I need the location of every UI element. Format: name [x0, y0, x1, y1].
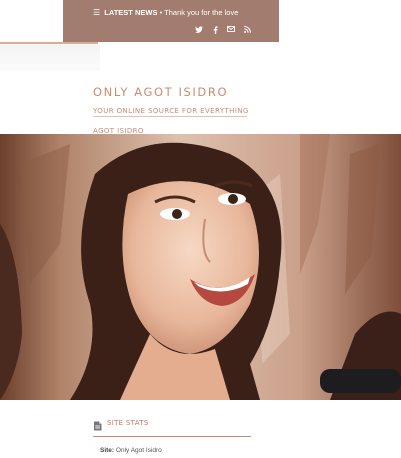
news-label: LATEST NEWS: [104, 8, 158, 17]
latest-news-ticker[interactable]: ☰ LATEST NEWS • Thank you for the love: [93, 8, 238, 17]
site-stat-label: Site:: [100, 447, 115, 454]
email-icon[interactable]: [227, 26, 235, 36]
header-placeholder: [0, 45, 100, 71]
document-icon: [93, 418, 102, 431]
top-bar: ☰ LATEST NEWS • Thank you for the love: [63, 0, 279, 42]
tagline-divider: [93, 116, 247, 117]
site-stat-row: Site: Only Agot Isidro: [100, 447, 162, 454]
hero-banner-image: [0, 134, 401, 400]
rss-icon[interactable]: [243, 26, 251, 36]
twitter-icon[interactable]: [195, 26, 203, 36]
site-stat-value: Only Agot Isidro: [115, 447, 162, 454]
social-links: [195, 26, 251, 36]
site-title[interactable]: ONLY AGOT ISIDRO: [93, 85, 228, 99]
site-stats-title: SITE STATS: [107, 419, 149, 427]
accent-divider: [0, 42, 98, 44]
facebook-icon[interactable]: [211, 26, 219, 36]
news-text[interactable]: Thank you for the love: [164, 8, 238, 17]
menu-icon: ☰: [93, 8, 101, 17]
news-separator: •: [159, 8, 163, 17]
site-stats-divider: [93, 436, 251, 437]
